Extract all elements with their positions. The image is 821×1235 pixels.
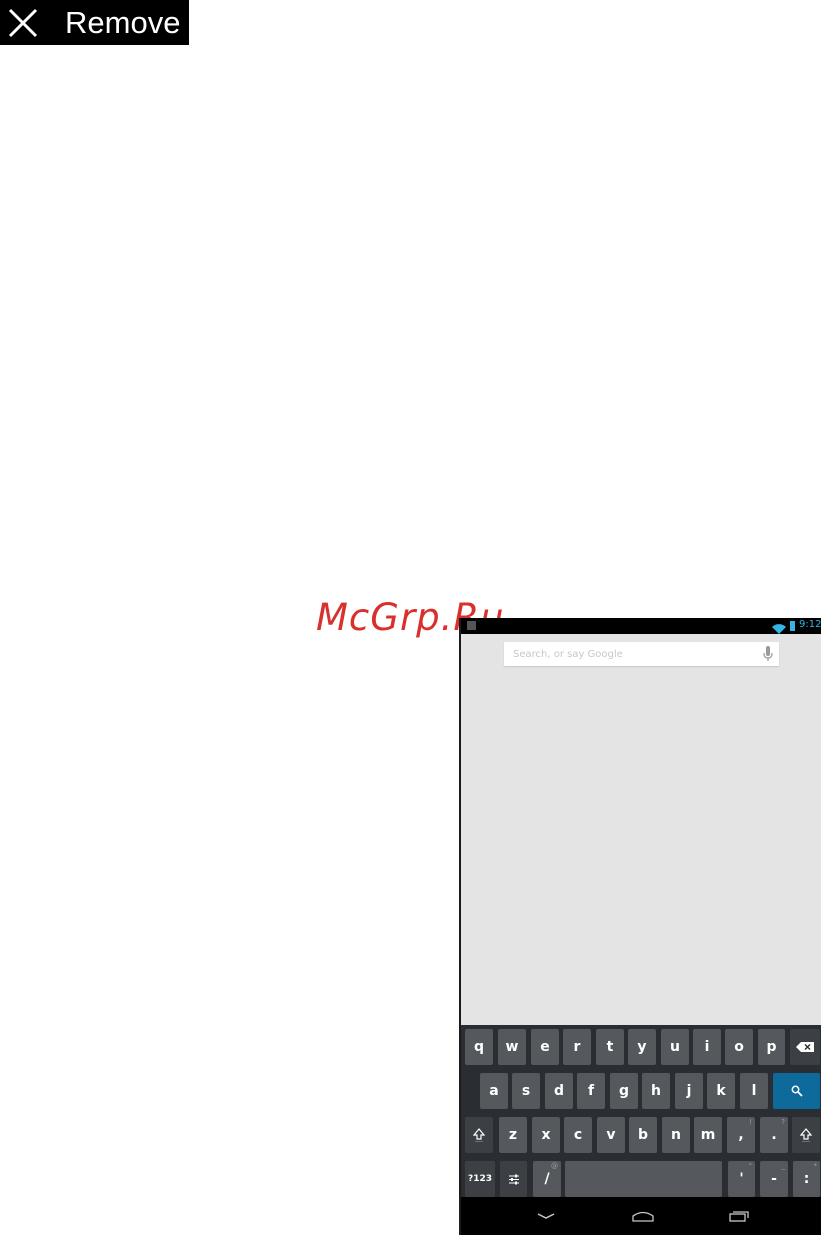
status-time: 9:12 bbox=[799, 619, 821, 630]
back-button[interactable] bbox=[531, 1205, 561, 1227]
key-e[interactable]: e bbox=[531, 1029, 559, 1065]
shift-key-right[interactable] bbox=[792, 1117, 820, 1153]
key-g[interactable]: g bbox=[610, 1073, 638, 1109]
key-z[interactable]: z bbox=[499, 1117, 527, 1153]
key-u[interactable]: u bbox=[661, 1029, 689, 1065]
shift-key-left[interactable] bbox=[465, 1117, 493, 1153]
wifi-icon bbox=[772, 620, 786, 639]
key-s[interactable]: s bbox=[512, 1073, 540, 1109]
key-comma-label: , bbox=[738, 1127, 744, 1143]
backspace-icon bbox=[796, 1042, 814, 1052]
settings-key[interactable] bbox=[500, 1161, 527, 1197]
phone-screen: 9:12 Search, or say Google q w e r t y u… bbox=[459, 618, 821, 1235]
home-button[interactable] bbox=[628, 1205, 658, 1227]
settings-sliders-icon bbox=[508, 1174, 519, 1184]
key-apostrophe[interactable]: ' " bbox=[728, 1161, 755, 1197]
key-q[interactable]: q bbox=[465, 1029, 493, 1065]
key-period-hint: ? bbox=[781, 1118, 785, 1126]
key-v[interactable]: v bbox=[597, 1117, 625, 1153]
notification-icon bbox=[467, 621, 476, 630]
key-o[interactable]: o bbox=[725, 1029, 753, 1065]
backspace-key[interactable] bbox=[790, 1029, 820, 1065]
key-w[interactable]: w bbox=[498, 1029, 526, 1065]
key-colon-label: : bbox=[803, 1171, 810, 1187]
key-h[interactable]: h bbox=[642, 1073, 670, 1109]
search-placeholder: Search, or say Google bbox=[513, 648, 623, 660]
key-apostrophe-hint: " bbox=[748, 1162, 752, 1170]
key-apostrophe-label: ' bbox=[739, 1171, 744, 1187]
key-period-label: . bbox=[771, 1127, 777, 1143]
key-y[interactable]: y bbox=[628, 1029, 656, 1065]
search-key[interactable] bbox=[773, 1073, 820, 1109]
close-icon bbox=[0, 0, 45, 45]
status-bar: 9:12 bbox=[461, 618, 821, 634]
key-c[interactable]: c bbox=[564, 1117, 592, 1153]
key-l[interactable]: l bbox=[740, 1073, 768, 1109]
shift-icon bbox=[473, 1128, 485, 1142]
key-colon-hint: * bbox=[813, 1162, 818, 1170]
remove-button[interactable]: Remove bbox=[0, 0, 189, 45]
key-a[interactable]: a bbox=[480, 1073, 508, 1109]
remove-label: Remove bbox=[65, 4, 181, 40]
key-slash-label: / bbox=[544, 1171, 550, 1187]
home-icon bbox=[632, 1211, 654, 1222]
key-i[interactable]: i bbox=[693, 1029, 721, 1065]
recent-apps-icon bbox=[729, 1211, 749, 1222]
key-m[interactable]: m bbox=[694, 1117, 722, 1153]
key-d[interactable]: d bbox=[545, 1073, 573, 1109]
key-k[interactable]: k bbox=[707, 1073, 735, 1109]
key-dash-hint: _ bbox=[781, 1162, 786, 1170]
key-n[interactable]: n bbox=[662, 1117, 690, 1153]
back-chevron-icon bbox=[537, 1213, 555, 1219]
key-period[interactable]: . ? bbox=[760, 1117, 788, 1153]
recent-apps-button[interactable] bbox=[724, 1205, 754, 1227]
key-f[interactable]: f bbox=[577, 1073, 605, 1109]
key-slash-hint: @ bbox=[551, 1162, 558, 1170]
key-x[interactable]: x bbox=[532, 1117, 560, 1153]
navigation-bar bbox=[461, 1197, 821, 1235]
shift-icon bbox=[800, 1128, 812, 1142]
mic-icon[interactable] bbox=[757, 642, 779, 666]
key-j[interactable]: j bbox=[675, 1073, 703, 1109]
battery-icon bbox=[790, 621, 795, 631]
search-input[interactable]: Search, or say Google bbox=[504, 642, 779, 666]
key-comma[interactable]: , ! bbox=[727, 1117, 755, 1153]
key-slash[interactable]: / @ bbox=[533, 1161, 561, 1197]
search-icon bbox=[791, 1085, 803, 1097]
key-dash-label: - bbox=[771, 1171, 777, 1187]
key-t[interactable]: t bbox=[596, 1029, 624, 1065]
key-colon[interactable]: : * bbox=[793, 1161, 820, 1197]
key-comma-hint: ! bbox=[749, 1118, 752, 1126]
key-r[interactable]: r bbox=[563, 1029, 591, 1065]
symbols-key[interactable]: ?123 bbox=[465, 1161, 495, 1197]
key-p[interactable]: p bbox=[758, 1029, 785, 1065]
keyboard: q w e r t y u i o p a s d f g h j k l z … bbox=[461, 1025, 821, 1197]
spacebar-key[interactable] bbox=[565, 1161, 722, 1197]
key-b[interactable]: b bbox=[629, 1117, 657, 1153]
key-dash[interactable]: - _ bbox=[760, 1161, 788, 1197]
